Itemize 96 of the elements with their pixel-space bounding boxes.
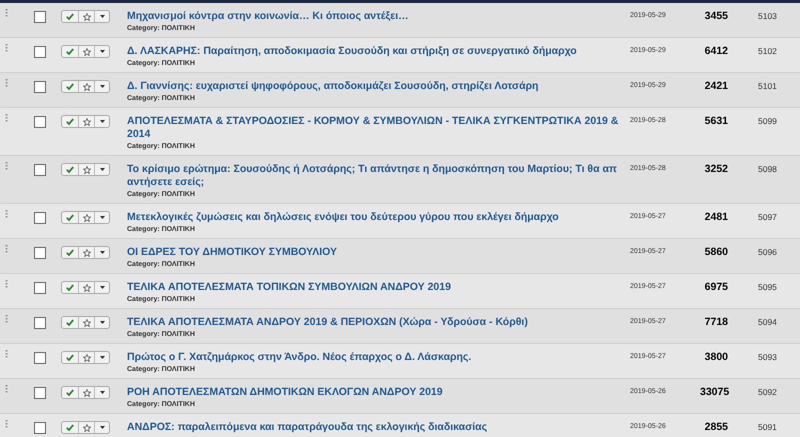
id-cell: 5094: [758, 316, 777, 328]
article-title-link[interactable]: Μηχανισμοί κόντρα στην κοινωνία… Κι όποιος αντέξει…: [127, 10, 623, 23]
row-checkbox[interactable]: [34, 11, 46, 23]
row-checkbox[interactable]: [34, 46, 46, 58]
hits-cell-text: 3800: [704, 351, 728, 364]
id-cell: 5091: [758, 421, 777, 433]
row-checkbox[interactable]: [34, 387, 46, 399]
row-checkbox[interactable]: [34, 317, 46, 329]
check-icon: [66, 284, 74, 291]
star-icon: [82, 284, 90, 292]
star-icon: [82, 82, 90, 90]
id-cell: 5092: [758, 386, 777, 398]
row-checkbox[interactable]: [34, 212, 46, 224]
star-icon: [82, 166, 90, 174]
caret-icon: [100, 426, 104, 429]
star-icon: [82, 12, 90, 20]
drag-handle-icon[interactable]: [5, 114, 8, 122]
caret-icon: [100, 251, 104, 254]
id-cell: 5101: [758, 80, 777, 92]
hits-cell-text: 2481: [704, 211, 728, 224]
article-title-link[interactable]: ΟΙ ΕΔΡΕΣ ΤΟΥ ΔΗΜΟΤΙΚΟΥ ΣΥΜΒΟΥΛΙΟΥ: [127, 246, 623, 259]
id-cell: 5095: [758, 281, 777, 293]
star-icon: [82, 118, 90, 126]
caret-icon: [100, 391, 104, 394]
id-cell: 5093: [758, 351, 777, 363]
caret-icon: [100, 85, 104, 88]
article-title-link[interactable]: Δ. Γιαννίσης: ευχαριστεί ψηφοφόρους, αποδοκιμάζει Σουσούδη, στηρίζει Λοτσάρη: [127, 80, 623, 93]
id-cell: 5096: [758, 246, 777, 258]
check-icon: [66, 166, 74, 173]
drag-handle-icon[interactable]: [5, 280, 8, 288]
hits-cell-text: 2855: [704, 421, 728, 434]
hits-cell-text: 7718: [704, 316, 728, 329]
check-icon: [66, 424, 74, 431]
hits-cell-text: 6975: [704, 281, 728, 294]
id-cell: 5103: [758, 10, 777, 22]
caret-icon: [100, 15, 104, 18]
caret-icon: [100, 216, 104, 219]
drag-handle-icon[interactable]: [5, 350, 8, 358]
row-checkbox[interactable]: [34, 81, 46, 93]
star-icon: [82, 354, 90, 362]
row-checkbox[interactable]: [34, 164, 46, 176]
drag-handle-icon[interactable]: [5, 9, 8, 17]
article-title-link[interactable]: ΡΟΗ ΑΠΟΤΕΛΕΣΜΑΤΩΝ ΔΗΜΟΤΙΚΩΝ ΕΚΛΟΓΩΝ ΑΝΔΡΟΥ 2019: [127, 386, 623, 399]
check-icon: [66, 13, 74, 20]
caret-icon: [100, 168, 104, 171]
row-checkbox[interactable]: [34, 422, 46, 434]
drag-handle-icon[interactable]: [5, 210, 8, 218]
star-icon: [82, 214, 90, 222]
row-checkbox[interactable]: [34, 116, 46, 128]
caret-icon: [100, 286, 104, 289]
id-cell: 5097: [758, 211, 777, 223]
check-icon: [66, 354, 74, 361]
check-icon: [66, 118, 74, 125]
check-icon: [66, 83, 74, 90]
hits-cell-text: 3455: [704, 10, 728, 23]
article-title-link[interactable]: ΤΕΛΙΚΑ ΑΠΟΤΕΛΕΣΜΑΤΑ ΑΝΔΡΟΥ 2019 & ΠΕΡΙΟΧΩΝ (Χώρα - Υδρούσα - Κόρθι): [127, 316, 623, 329]
article-title-link[interactable]: ΑΠΟΤΕΛΕΣΜΑΤΑ & ΣΤΑΥΡΟΔΟΣΙΕΣ - ΚΟΡΜΟΥ & ΣΥΜΒΟΥΛΙΩΝ - ΤΕΛΙΚΑ ΣΥΓΚΕΝΤΡΩΤΙΚΑ 2019 & 2014: [127, 115, 623, 141]
check-icon: [66, 249, 74, 256]
caret-icon: [100, 120, 104, 123]
article-title-link[interactable]: Το κρίσιμο ερώτημα: Σουσούδης ή Λοτσάρης; Τι απάντησε η δημοσκόπηση του Μαρτίου; Τι θα απαντήσετε εσείς;: [127, 163, 623, 189]
id-cell: 5102: [758, 45, 777, 57]
article-title-link[interactable]: Δ. ΛΑΣΚΑΡΗΣ: Παραίτηση, αποδοκιμασία Σουσούδη και στήριξη σε συνεργατικό δήμαρχο: [127, 45, 623, 58]
id-cell: 5098: [758, 163, 777, 175]
row-checkbox[interactable]: [34, 282, 46, 294]
star-icon: [82, 424, 90, 432]
id-cell: 5099: [758, 115, 777, 127]
star-icon: [82, 48, 90, 56]
drag-handle-icon[interactable]: [5, 315, 8, 323]
check-icon: [66, 319, 74, 326]
hits-cell-text: 3252: [704, 163, 728, 176]
drag-handle-icon[interactable]: [5, 420, 8, 428]
hits-cell-text: 5631: [704, 115, 728, 128]
article-title-link[interactable]: ΤΕΛΙΚΑ ΑΠΟΤΕΛΕΣΜΑΤΑ ΤΟΠΙΚΩΝ ΣΥΜΒΟΥΛΙΩΝ ΑΝΔΡΟΥ 2019: [127, 281, 623, 294]
drag-handle-icon[interactable]: [5, 44, 8, 52]
check-icon: [66, 48, 74, 55]
star-icon: [82, 248, 90, 256]
hits-cell: 33075: [700, 386, 728, 399]
hits-cell-text: 6412: [704, 45, 728, 58]
article-title-link[interactable]: Μετεκλογικές ζυμώσεις και δηλώσεις ενόψει του δεύτερου γύρου που εκλέγει δήμαρχο: [127, 211, 623, 224]
check-icon: [66, 389, 74, 396]
hits-cell-text: 2421: [704, 80, 728, 93]
hits-cell-text: 5860: [704, 246, 728, 259]
star-icon: [82, 318, 90, 326]
star-icon: [82, 388, 90, 396]
row-checkbox[interactable]: [34, 352, 46, 364]
drag-handle-icon[interactable]: [5, 79, 8, 87]
article-title-link[interactable]: Πρώτος ο Γ. Χατζημάρκος στην Άνδρο. Νέος έπαρχος ο Δ. Λάσκαρης.: [127, 351, 623, 364]
article-title-link[interactable]: ΑΝΔΡΟΣ: παραλειπόμενα και παρατράγουδα της εκλογικής διαδικασίας: [127, 421, 623, 434]
caret-icon: [100, 50, 104, 53]
row-checkbox[interactable]: [34, 247, 46, 259]
drag-handle-icon[interactable]: [5, 245, 8, 253]
caret-icon: [100, 321, 104, 324]
drag-handle-icon[interactable]: [5, 385, 8, 393]
drag-handle-icon[interactable]: [5, 162, 8, 170]
check-icon: [66, 214, 74, 221]
caret-icon: [100, 356, 104, 359]
